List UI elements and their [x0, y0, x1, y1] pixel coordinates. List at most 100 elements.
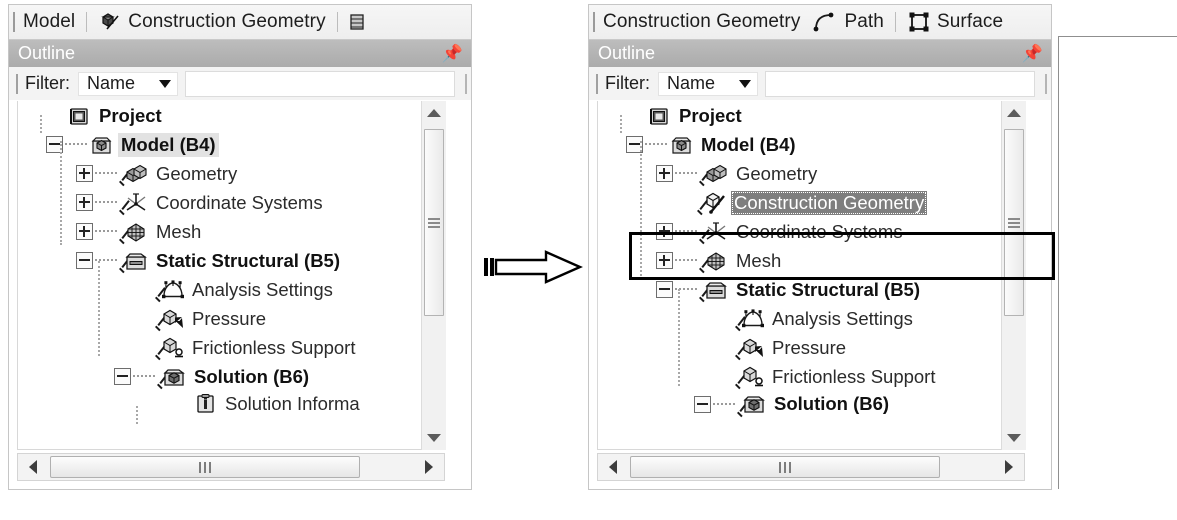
- tree-item[interactable]: Static Structural (B5): [598, 275, 1002, 304]
- tree-item-label: Geometry: [156, 162, 238, 184]
- tree-item[interactable]: Solution (B6): [18, 362, 422, 391]
- tree-item-label: Solution Informa: [225, 393, 360, 414]
- filter-grip: [596, 73, 598, 94]
- tree-item[interactable]: Frictionless Support: [598, 362, 1002, 391]
- toolbar-grip: [13, 12, 15, 32]
- right-horizontal-scrollbar[interactable]: [597, 453, 1025, 481]
- filter-mode-select[interactable]: Name: [658, 71, 758, 96]
- tree-item[interactable]: Model (B4): [598, 130, 1002, 159]
- expand-toggle-icon[interactable]: [76, 194, 93, 211]
- collapse-toggle-icon[interactable]: [694, 395, 711, 413]
- scroll-up-arrow-icon[interactable]: [1002, 101, 1026, 125]
- tree-item[interactable]: Construction Geometry: [598, 188, 1002, 217]
- coordinate-systems-icon: [705, 221, 729, 243]
- collapse-toggle-icon[interactable]: [76, 252, 93, 269]
- expand-toggle-icon[interactable]: [656, 165, 673, 182]
- left-horizontal-scrollbar[interactable]: [17, 453, 445, 481]
- filter-mode-select[interactable]: Name: [78, 71, 178, 96]
- frictionless-support-icon: [161, 337, 185, 359]
- scroll-right-arrow-icon[interactable]: [414, 454, 444, 480]
- tree-item-label: Static Structural (B5): [156, 249, 341, 271]
- toolbar-item-model[interactable]: Model: [17, 5, 81, 39]
- left-outline-header: Outline 📌: [9, 40, 471, 67]
- pin-icon[interactable]: 📌: [1022, 45, 1043, 62]
- tree-item[interactable]: Mesh: [18, 217, 422, 246]
- tree-item-label: Model (B4): [118, 132, 219, 157]
- environment-icon: [125, 250, 149, 272]
- tree-item[interactable]: Solution Informa: [18, 391, 422, 417]
- scrollbar-track[interactable]: [1002, 125, 1026, 426]
- tree-item-label: Coordinate Systems: [156, 191, 323, 213]
- tree-item[interactable]: Analysis Settings: [18, 275, 422, 304]
- tree-connector-line: [98, 261, 100, 356]
- partial-icon: [350, 11, 364, 33]
- tree-connector: [645, 143, 667, 146]
- scrollbar-thumb[interactable]: [630, 456, 940, 478]
- tree-item[interactable]: Project: [598, 101, 1002, 130]
- tree-item-label: Pressure: [772, 336, 847, 358]
- pin-icon[interactable]: 📌: [442, 45, 463, 62]
- toolbar-item-label: Surface: [936, 11, 1004, 32]
- tree-item-label: Mesh: [736, 249, 782, 271]
- tree-item[interactable]: Coordinate Systems: [598, 217, 1002, 246]
- toolbar-item-construction-geometry[interactable]: Construction Geometry: [597, 5, 806, 39]
- tree-item[interactable]: Geometry: [18, 159, 422, 188]
- filter-input[interactable]: [765, 70, 1035, 97]
- toolbar-item-path[interactable]: Path: [806, 5, 890, 39]
- expand-toggle-icon[interactable]: [656, 252, 673, 269]
- project-icon: [68, 105, 92, 127]
- scrollbar-track[interactable]: [422, 125, 446, 426]
- tree-connector: [133, 375, 155, 378]
- scroll-down-arrow-icon[interactable]: [422, 426, 446, 450]
- expand-toggle-icon[interactable]: [76, 223, 93, 240]
- tree-connector-line: [640, 141, 642, 276]
- tree-item[interactable]: Frictionless Support: [18, 333, 422, 362]
- scrollbar-thumb[interactable]: [1004, 129, 1024, 316]
- scroll-down-arrow-icon[interactable]: [1002, 426, 1026, 450]
- collapse-toggle-icon[interactable]: [114, 368, 131, 385]
- left-vertical-scrollbar[interactable]: [421, 101, 446, 450]
- tree-item-label: Model (B4): [701, 133, 796, 155]
- scrollbar-thumb[interactable]: [424, 129, 444, 316]
- tree-item-label: Frictionless Support: [772, 365, 936, 387]
- toolbar-item-clipped[interactable]: [343, 5, 374, 39]
- scrollbar-track[interactable]: [628, 454, 994, 480]
- mesh-icon: [705, 250, 729, 272]
- tree-item[interactable]: Pressure: [18, 304, 422, 333]
- tree-item-label: Static Structural (B5): [736, 278, 921, 300]
- scroll-up-arrow-icon[interactable]: [422, 101, 446, 125]
- frictionless-support-icon: [741, 366, 765, 388]
- filter-input[interactable]: [185, 70, 455, 97]
- tree-item[interactable]: Static Structural (B5): [18, 246, 422, 275]
- filter-grip: [16, 73, 18, 94]
- tree-item[interactable]: Project: [18, 101, 422, 130]
- expand-toggle-icon[interactable]: [76, 165, 93, 182]
- tree-item[interactable]: Coordinate Systems: [18, 188, 422, 217]
- tree-item[interactable]: Solution (B6): [598, 391, 1002, 417]
- toolbar-item-surface[interactable]: Surface: [901, 5, 1009, 39]
- tree-item[interactable]: Analysis Settings: [598, 304, 1002, 333]
- tree-item-label: Solution (B6): [774, 393, 890, 414]
- chevron-down-icon: [159, 79, 171, 88]
- outline-title: Outline: [598, 43, 656, 63]
- right-vertical-scrollbar[interactable]: [1001, 101, 1026, 450]
- scroll-left-arrow-icon[interactable]: [18, 454, 48, 480]
- scroll-right-arrow-icon[interactable]: [994, 454, 1024, 480]
- toolbar-grip: [593, 12, 595, 32]
- tree-item[interactable]: Mesh: [598, 246, 1002, 275]
- tree-connector: [65, 143, 87, 146]
- left-filter-row: Filter: Name: [9, 67, 471, 100]
- tree-connector: [95, 201, 117, 204]
- scrollbar-track[interactable]: [48, 454, 414, 480]
- tree-item[interactable]: Model (B4): [18, 130, 422, 159]
- tree-item[interactable]: Geometry: [598, 159, 1002, 188]
- scrollbar-thumb[interactable]: [50, 456, 360, 478]
- tree-connector: [675, 230, 697, 233]
- expand-toggle-icon[interactable]: [656, 223, 673, 240]
- scroll-left-arrow-icon[interactable]: [598, 454, 628, 480]
- collapse-toggle-icon[interactable]: [656, 281, 673, 298]
- tree-item[interactable]: Pressure: [598, 333, 1002, 362]
- toolbar-item-construction-geometry[interactable]: Construction Geometry: [92, 5, 331, 39]
- tree-connector-line: [620, 115, 622, 133]
- toolbar-separator: [336, 12, 338, 32]
